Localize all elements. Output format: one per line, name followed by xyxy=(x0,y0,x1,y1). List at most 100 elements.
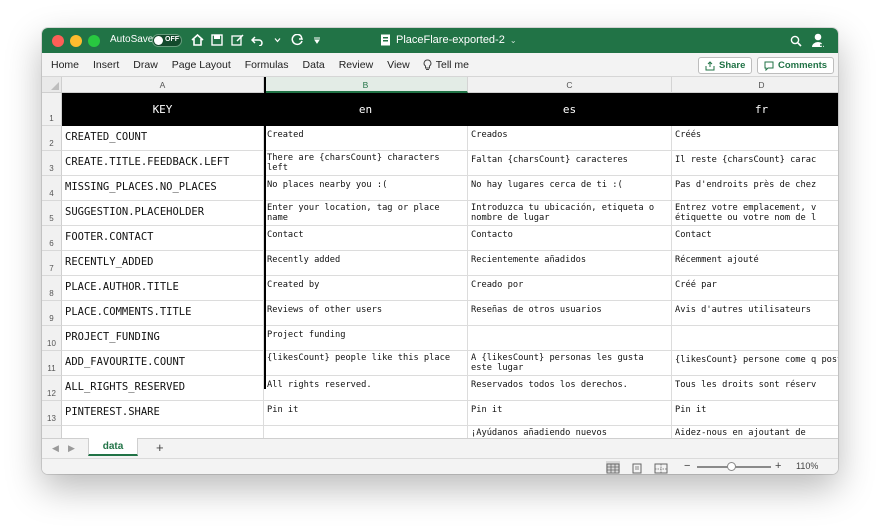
cell-col-a[interactable]: PINTEREST.SHARE xyxy=(62,401,264,426)
prev-sheet-icon[interactable]: ◀ xyxy=(52,443,59,454)
page-break-view-icon[interactable] xyxy=(654,461,668,474)
cell-col-d[interactable]: Contact xyxy=(672,226,838,251)
cell-col-a[interactable]: SUGGESTION.PLACEHOLDER xyxy=(62,201,264,226)
cell-col-a[interactable]: ALL_RIGHTS_RESERVED xyxy=(62,376,264,401)
cell-col-c[interactable]: Reservados todos los derechos. xyxy=(468,376,672,401)
cell-col-a[interactable]: FOOTER.CONTACT xyxy=(62,226,264,251)
edit-icon[interactable] xyxy=(230,31,244,49)
cell-col-a[interactable]: PLACE.AUTHOR.TITLE xyxy=(62,276,264,301)
cell-col-c[interactable]: No hay lugares cerca de ti :( xyxy=(468,176,672,201)
search-icon[interactable] xyxy=(790,34,802,52)
customize-toolbar-icon[interactable] xyxy=(310,31,324,49)
cell-col-a[interactable]: MISSING_PLACES.NO_PLACES xyxy=(62,176,264,201)
account-icon[interactable] xyxy=(810,32,826,53)
column-header-b[interactable]: B xyxy=(264,77,468,93)
cell-col-a[interactable]: PLACE.COMMENTS.TITLE xyxy=(62,301,264,326)
row-header[interactable]: 3 xyxy=(42,151,62,176)
cell-col-d[interactable]: Pas d'endroits près de chez xyxy=(672,176,838,201)
tell-me-search[interactable]: Tell me xyxy=(417,59,469,71)
cell-col-d[interactable]: Tous les droits sont réserv xyxy=(672,376,838,401)
cell-col-d[interactable]: Il reste {charsCount} carac xyxy=(672,151,838,176)
autosave-toggle[interactable]: OFF xyxy=(152,34,182,47)
column-header-d[interactable]: D xyxy=(672,77,838,93)
undo-icon[interactable] xyxy=(250,31,264,49)
cell-col-c[interactable]: Creados xyxy=(468,126,672,151)
row-header[interactable]: 10 xyxy=(42,326,62,351)
header-cell-col-c[interactable]: es xyxy=(468,93,672,126)
cell-col-b[interactable]: Project funding xyxy=(264,326,468,351)
cell-col-a[interactable] xyxy=(62,426,264,438)
cell-col-b[interactable]: Pin it xyxy=(264,401,468,426)
share-button[interactable]: Share xyxy=(698,57,753,74)
cell-col-a[interactable]: CREATE.TITLE.FEEDBACK.LEFT xyxy=(62,151,264,176)
zoom-out-button[interactable]: − xyxy=(684,460,690,472)
cell-col-c[interactable]: Reseñas de otros usuarios xyxy=(468,301,672,326)
zoom-window-button[interactable] xyxy=(88,35,100,47)
cell-col-d[interactable] xyxy=(672,326,838,351)
tab-page-layout[interactable]: Page Layout xyxy=(165,53,238,77)
row-header[interactable]: 7 xyxy=(42,251,62,276)
cell-col-d[interactable]: {likesCount} persone come q posto xyxy=(672,351,838,376)
cell-col-b[interactable]: Created xyxy=(264,126,468,151)
close-window-button[interactable] xyxy=(52,35,64,47)
row-header[interactable]: 9 xyxy=(42,301,62,326)
cell-col-b[interactable]: Enter your location, tag or place name xyxy=(264,201,468,226)
minimize-window-button[interactable] xyxy=(70,35,82,47)
home-icon[interactable] xyxy=(190,31,204,49)
cell-col-d[interactable]: Récemment ajouté xyxy=(672,251,838,276)
cell-col-d[interactable]: Entrez votre emplacement, v étiquette ou… xyxy=(672,201,838,226)
tab-view[interactable]: View xyxy=(380,53,417,77)
comments-button[interactable]: Comments xyxy=(757,57,835,74)
cell-col-c[interactable]: Contacto xyxy=(468,226,672,251)
tab-data[interactable]: Data xyxy=(296,53,332,77)
cell-col-c[interactable]: Faltan {charsCount} caracteres xyxy=(468,151,672,176)
cell-col-c[interactable]: Creado por xyxy=(468,276,672,301)
chevron-down-icon[interactable] xyxy=(270,31,284,49)
next-sheet-icon[interactable]: ▶ xyxy=(68,443,75,454)
cell-col-a[interactable]: PROJECT_FUNDING xyxy=(62,326,264,351)
row-header[interactable] xyxy=(42,426,62,438)
cell-col-d[interactable]: Pin it xyxy=(672,401,838,426)
cell-col-c[interactable] xyxy=(468,326,672,351)
cell-col-d[interactable]: Aidez-nous en ajoutant de xyxy=(672,426,838,438)
cell-col-c[interactable]: Recientemente añadidos xyxy=(468,251,672,276)
cell-col-b[interactable]: All rights reserved. xyxy=(264,376,468,401)
cell-col-d[interactable]: Avis d'autres utilisateurs xyxy=(672,301,838,326)
add-sheet-button[interactable]: + xyxy=(156,440,164,456)
cell-col-b[interactable]: No places nearby you :( xyxy=(264,176,468,201)
cell-col-b[interactable]: Created by xyxy=(264,276,468,301)
tab-home[interactable]: Home xyxy=(42,53,86,77)
row-header[interactable]: 8 xyxy=(42,276,62,301)
header-cell-col-d[interactable]: fr xyxy=(672,93,838,126)
page-layout-view-icon[interactable] xyxy=(630,461,644,474)
cell-col-c[interactable]: A {likesCount} personas les gusta este l… xyxy=(468,351,672,376)
cell-col-b[interactable] xyxy=(264,426,468,438)
cell-col-b[interactable]: Reviews of other users xyxy=(264,301,468,326)
row-header[interactable]: 2 xyxy=(42,126,62,151)
column-header-c[interactable]: C xyxy=(468,77,672,93)
title-chevron-icon[interactable]: ⌄ xyxy=(510,36,517,45)
header-cell-col-b[interactable]: en xyxy=(264,93,468,126)
tab-review[interactable]: Review xyxy=(332,53,380,77)
column-header-a[interactable]: A xyxy=(62,77,264,93)
cell-col-d[interactable]: Créé par xyxy=(672,276,838,301)
zoom-slider-handle[interactable] xyxy=(727,462,737,471)
spreadsheet-grid[interactable]: A B C D 1 KEY en es fr 2 CREATED_COUNT Created Cread… xyxy=(42,77,838,438)
tab-formulas[interactable]: Formulas xyxy=(238,53,296,77)
zoom-in-button[interactable]: + xyxy=(775,460,781,472)
row-header[interactable]: 6 xyxy=(42,226,62,251)
cell-col-a[interactable]: CREATED_COUNT xyxy=(62,126,264,151)
row-header[interactable]: 13 xyxy=(42,401,62,426)
cell-col-c[interactable]: Pin it xyxy=(468,401,672,426)
sheet-tab-data[interactable]: data xyxy=(88,438,138,456)
cell-col-b[interactable]: Contact xyxy=(264,226,468,251)
normal-view-icon[interactable] xyxy=(606,461,620,474)
cell-col-b[interactable]: There are {charsCount} characters left xyxy=(264,151,468,176)
select-all-corner[interactable] xyxy=(42,77,62,93)
row-header[interactable]: 4 xyxy=(42,176,62,201)
cell-col-d[interactable]: Créés xyxy=(672,126,838,151)
row-header[interactable]: 5 xyxy=(42,201,62,226)
tab-draw[interactable]: Draw xyxy=(126,53,165,77)
cell-col-b[interactable]: {likesCount} people like this place xyxy=(264,351,468,376)
tab-insert[interactable]: Insert xyxy=(86,53,126,77)
